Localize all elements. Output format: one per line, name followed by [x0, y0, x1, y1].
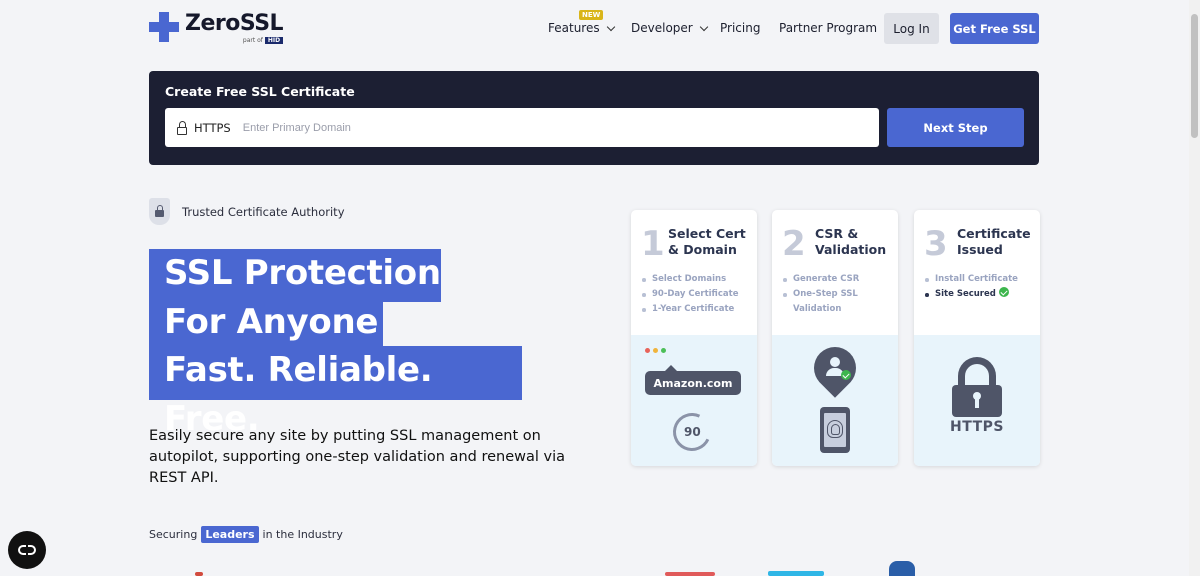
create-title: Create Free SSL Certificate	[165, 84, 355, 99]
lock-icon	[177, 120, 187, 135]
list-item: One-Step SSL Validation	[783, 287, 859, 317]
securing-leaders: Securing Leaders in the Industry	[149, 526, 343, 543]
step-card-3: 3 Certificate Issued Install Certificate…	[914, 210, 1040, 466]
list-item: 90-Day Certificate	[642, 287, 738, 302]
chevron-down-icon	[606, 22, 615, 31]
zerossl-cross-icon	[149, 12, 179, 42]
step-number: 1	[641, 224, 665, 264]
shield-lock-icon	[149, 198, 170, 225]
domain-illustration: Amazon.com 90	[631, 335, 757, 466]
nav-partner-program[interactable]: Partner Program	[779, 21, 877, 35]
fingerprint-icon	[827, 420, 843, 438]
nav-partner-label: Partner Program	[779, 21, 878, 35]
step-number: 3	[924, 224, 948, 264]
step-title: CSR & Validation	[815, 226, 887, 257]
step-card-1: 1 Select Cert & Domain Select Domains 90…	[631, 210, 757, 466]
securing-suffix: in the Industry	[262, 528, 343, 541]
step-title: Select Cert & Domain	[668, 226, 746, 257]
chat-widget-button[interactable]	[8, 531, 46, 569]
list-item-done: Site Secured	[925, 287, 1018, 302]
hero-description: Easily secure any site by putting SSL ma…	[149, 428, 565, 486]
validation-illustration	[772, 335, 898, 466]
nav-features-label: Features	[548, 21, 600, 35]
next-step-button[interactable]: Next Step	[887, 108, 1024, 147]
partner-logo	[768, 571, 824, 576]
nav-pricing[interactable]: Pricing	[720, 21, 760, 35]
scrollbar-thumb[interactable]	[1191, 14, 1198, 138]
login-button[interactable]: Log In	[884, 13, 939, 44]
step-list: Generate CSR One-Step SSL Validation	[783, 272, 859, 317]
check-circle-icon	[998, 287, 1009, 297]
list-item: Select Domains	[642, 272, 738, 287]
list-item: Install Certificate	[925, 272, 1018, 287]
nav-developer[interactable]: Developer	[631, 21, 708, 35]
create-certificate-panel: Create Free SSL Certificate HTTPS Next S…	[149, 71, 1039, 165]
list-item: 1-Year Certificate	[642, 302, 738, 317]
chat-widget-icon	[18, 545, 36, 555]
leaders-badge: Leaders	[201, 526, 259, 543]
https-label: HTTPS	[950, 419, 1004, 435]
step-list: Select Domains 90-Day Certificate 1-Year…	[642, 272, 738, 317]
get-free-ssl-button[interactable]: Get Free SSL	[950, 13, 1039, 44]
partner-logo	[889, 561, 915, 576]
partner-logo	[195, 572, 203, 576]
domain-field[interactable]: HTTPS	[165, 108, 879, 147]
securing-prefix: Securing	[149, 528, 198, 541]
list-item: Generate CSR	[783, 272, 859, 287]
nav-developer-label: Developer	[631, 21, 693, 35]
check-icon	[841, 370, 851, 380]
renewal-cycle-icon: 90	[667, 407, 717, 457]
hero-line-3: Fast. Reliable. Free.	[149, 346, 522, 439]
step-title: Certificate Issued	[957, 226, 1031, 257]
hero-line-2: For Anyone	[149, 298, 383, 351]
step-card-2: 2 CSR & Validation Generate CSR One-Step…	[772, 210, 898, 466]
nav-features[interactable]: Features	[548, 21, 615, 35]
step-list: Install Certificate Site Secured	[925, 272, 1018, 302]
nav-pricing-label: Pricing	[720, 21, 761, 35]
brand-sub: part of HID	[185, 37, 284, 44]
zerossl-logo[interactable]: ZeroSSL part of HID	[149, 11, 284, 44]
new-badge: NEW	[579, 10, 604, 20]
browser-dots-icon	[645, 348, 666, 353]
hero-line-1: SSL Protection	[149, 249, 441, 302]
step-number: 2	[782, 224, 806, 264]
trusted-authority-label: Trusted Certificate Authority	[182, 205, 345, 219]
partner-logo	[665, 572, 715, 576]
protocol-label: HTTPS	[194, 120, 231, 135]
issued-illustration: HTTPS	[914, 335, 1040, 466]
domain-bubble: Amazon.com	[645, 365, 741, 395]
page-scrollbar[interactable]	[1189, 0, 1200, 576]
brand-name: ZeroSSL	[185, 11, 284, 36]
chevron-down-icon	[699, 22, 708, 31]
domain-input[interactable]	[242, 121, 843, 134]
